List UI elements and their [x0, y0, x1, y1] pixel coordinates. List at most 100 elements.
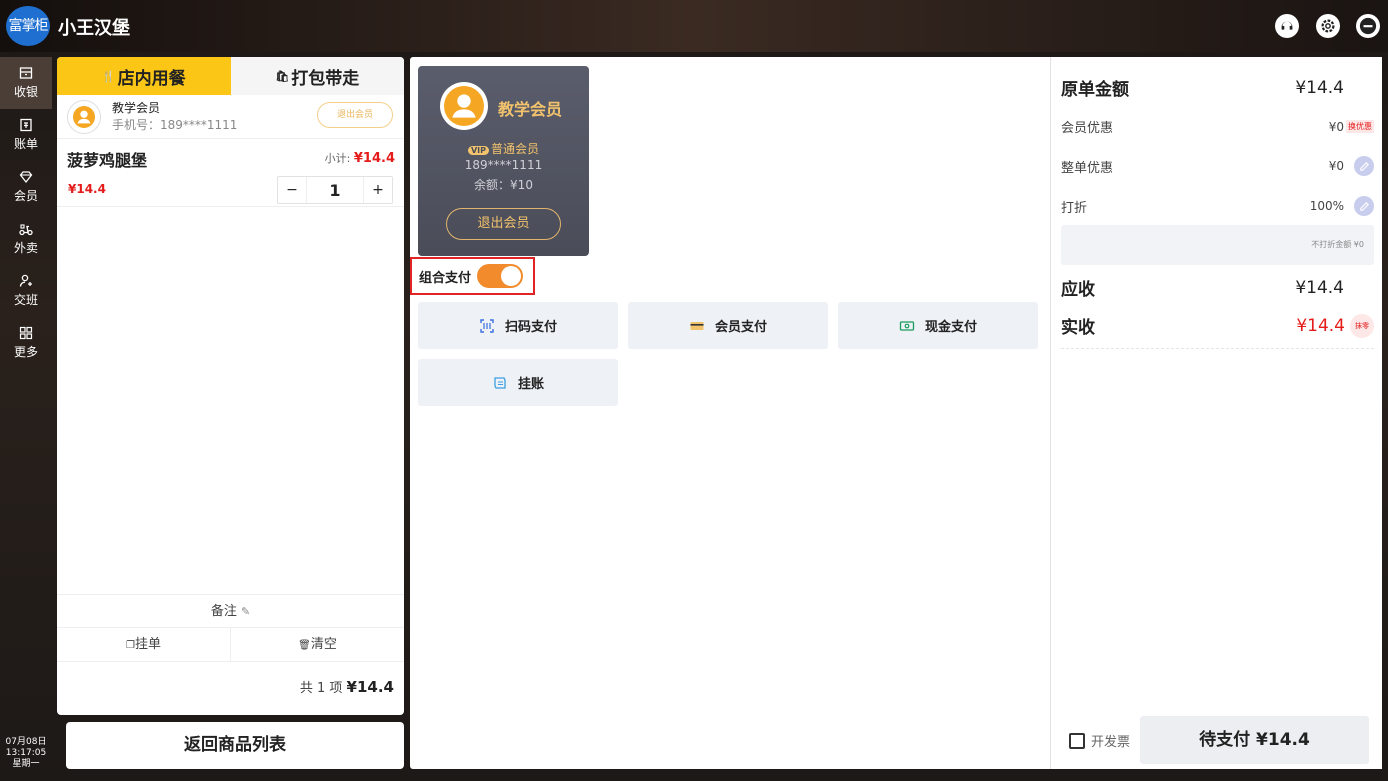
- due-row: 应收 ¥14.4: [1061, 275, 1374, 301]
- original-label: 原单金额: [1061, 80, 1129, 100]
- settings-icon[interactable]: [1316, 14, 1340, 38]
- card-balance: 余额：¥10: [474, 178, 533, 192]
- card-phone: 189****1111: [464, 158, 543, 172]
- top-bar: 富掌柜 小王汉堡: [0, 0, 1388, 52]
- combo-pay-label: 组合支付: [419, 270, 472, 286]
- member-pay-button[interactable]: 会员支付: [628, 302, 828, 349]
- note-button[interactable]: 备注 ✎: [57, 594, 404, 627]
- handover-icon: [19, 274, 32, 287]
- paid-label: 实收: [1061, 318, 1095, 338]
- invoice-checkbox[interactable]: [1069, 732, 1085, 749]
- member-card: 教学会员 VIP 普通会员 189****1111 余额：¥10 退出会员: [418, 66, 589, 256]
- paid-row: 实收 ¥14.4 抹零: [1061, 313, 1374, 338]
- item-name: 菠萝鸡腿堡: [67, 151, 148, 170]
- vip-badge: VIP: [467, 146, 489, 155]
- original-amount-row: 原单金额 ¥14.4: [1061, 75, 1374, 101]
- subtotal-label: 小计:: [324, 152, 351, 165]
- combo-pay-row: 组合支付: [410, 257, 535, 295]
- clear-button[interactable]: 🗑清空: [231, 628, 404, 661]
- no-discount-amount[interactable]: 不打折金额 ¥0: [1061, 225, 1374, 265]
- bag-icon: 🛍: [275, 69, 290, 83]
- nav-bills[interactable]: 账单: [0, 109, 52, 161]
- register-icon: [19, 67, 33, 79]
- combo-pay-toggle[interactable]: [477, 264, 524, 288]
- utensils-icon: 🍴: [101, 69, 116, 83]
- edit-icon: ✎: [240, 605, 251, 618]
- clear-label: 清空: [310, 637, 337, 652]
- increase-button[interactable]: +: [364, 177, 392, 203]
- nav-label: 会员: [13, 189, 38, 203]
- paid-value-group: ¥14.4 抹零: [1296, 313, 1374, 338]
- minimize-icon[interactable]: [1356, 14, 1380, 38]
- invoice-option[interactable]: 开发票: [1069, 731, 1130, 750]
- credit-ledger-button[interactable]: 挂账: [418, 359, 618, 406]
- nav-label: 账单: [13, 137, 38, 151]
- original-value: ¥14.4: [1295, 77, 1344, 98]
- item-count: 共 1 项: [299, 681, 343, 696]
- pending-payment-button[interactable]: 待支付 ¥14.4: [1140, 716, 1369, 764]
- nav-label: 交班: [13, 293, 38, 307]
- weekday-text: 星期一: [12, 759, 40, 769]
- scooter-icon: [19, 224, 33, 236]
- paid-value: ¥14.4: [1296, 315, 1345, 336]
- nav-register[interactable]: 收银: [0, 57, 52, 109]
- discount-row: 打折 100%: [1061, 196, 1374, 216]
- order-discount-row: 整单优惠 ¥0: [1061, 156, 1374, 176]
- store-name: 小王汉堡: [58, 18, 130, 39]
- nav-label: 外卖: [13, 241, 38, 255]
- discount-value-group: 100%: [1310, 196, 1374, 216]
- subtotal-value: ¥14.4: [353, 151, 395, 166]
- swap-discount-tag[interactable]: 换优惠: [1346, 120, 1374, 133]
- bill-icon: [20, 118, 32, 132]
- order-panel: 🍴 店内用餐 🛍 打包带走 教学会员 手机号：189****1111 退出会员 …: [57, 57, 404, 715]
- back-to-products-button[interactable]: 返回商品列表: [66, 722, 404, 769]
- member-discount-row: 会员优惠 ¥0 换优惠: [1061, 117, 1374, 136]
- divider: [1061, 348, 1374, 349]
- time-text: 13:17:05: [5, 748, 47, 758]
- list-item[interactable]: 菠萝鸡腿堡 小计: ¥14.4 ¥14.4 − 1 +: [57, 139, 404, 207]
- order-actions: ❐挂单 🗑清空: [57, 627, 404, 662]
- scan-pay-button[interactable]: 扫码支付: [418, 302, 618, 349]
- nav-more[interactable]: 更多: [0, 317, 52, 369]
- nav-handover[interactable]: 交班: [0, 265, 52, 317]
- order-discount-label: 整单优惠: [1061, 160, 1114, 176]
- order-total: 共 1 项 ¥14.4: [300, 677, 394, 696]
- round-off-button[interactable]: 抹零: [1350, 313, 1374, 338]
- edit-icon[interactable]: [1354, 156, 1374, 176]
- nav-label: 更多: [13, 345, 38, 359]
- hold-icon: ❐: [126, 640, 135, 651]
- tab-label: 店内用餐: [117, 68, 186, 89]
- date-text: 07月08日: [5, 737, 47, 747]
- ledger-icon: [492, 375, 508, 391]
- member-card-icon: [689, 318, 705, 334]
- headset-icon[interactable]: [1275, 14, 1299, 38]
- side-nav: 收银 账单 会员 外卖 交班 更多: [0, 57, 52, 369]
- edit-icon[interactable]: [1354, 196, 1374, 216]
- trash-icon: 🗑: [298, 640, 311, 651]
- card-exit-member-button[interactable]: 退出会员: [446, 208, 561, 240]
- exit-member-button[interactable]: 退出会员: [317, 102, 393, 128]
- hold-order-button[interactable]: ❐挂单: [57, 628, 231, 661]
- member-discount-value: ¥0: [1328, 119, 1344, 134]
- nav-members[interactable]: 会员: [0, 161, 52, 213]
- card-member-name: 教学会员: [498, 100, 563, 119]
- item-subtotal: 小计: ¥14.4: [325, 150, 395, 166]
- tab-dine-in[interactable]: 🍴 店内用餐: [57, 57, 231, 95]
- quantity-stepper: − 1 +: [277, 176, 393, 204]
- pay-label: 现金支付: [924, 320, 977, 335]
- scan-icon: [479, 318, 495, 334]
- member-phone: 手机号：189****1111: [112, 118, 238, 132]
- invoice-label: 开发票: [1091, 735, 1131, 750]
- cash-pay-button[interactable]: 现金支付: [838, 302, 1038, 349]
- member-name: 教学会员: [112, 101, 161, 115]
- decrease-button[interactable]: −: [278, 177, 306, 203]
- quantity-value[interactable]: 1: [306, 177, 364, 203]
- tab-label: 打包带走: [291, 68, 360, 89]
- nav-label: 收银: [13, 85, 38, 99]
- pay-label: 会员支付: [714, 320, 767, 335]
- nav-delivery[interactable]: 外卖: [0, 213, 52, 265]
- dining-tabs: 🍴 店内用餐 🛍 打包带走: [57, 57, 404, 95]
- tab-takeaway[interactable]: 🛍 打包带走: [230, 57, 404, 95]
- order-discount-value-group: ¥0: [1329, 156, 1374, 176]
- pay-label: 挂账: [517, 377, 544, 392]
